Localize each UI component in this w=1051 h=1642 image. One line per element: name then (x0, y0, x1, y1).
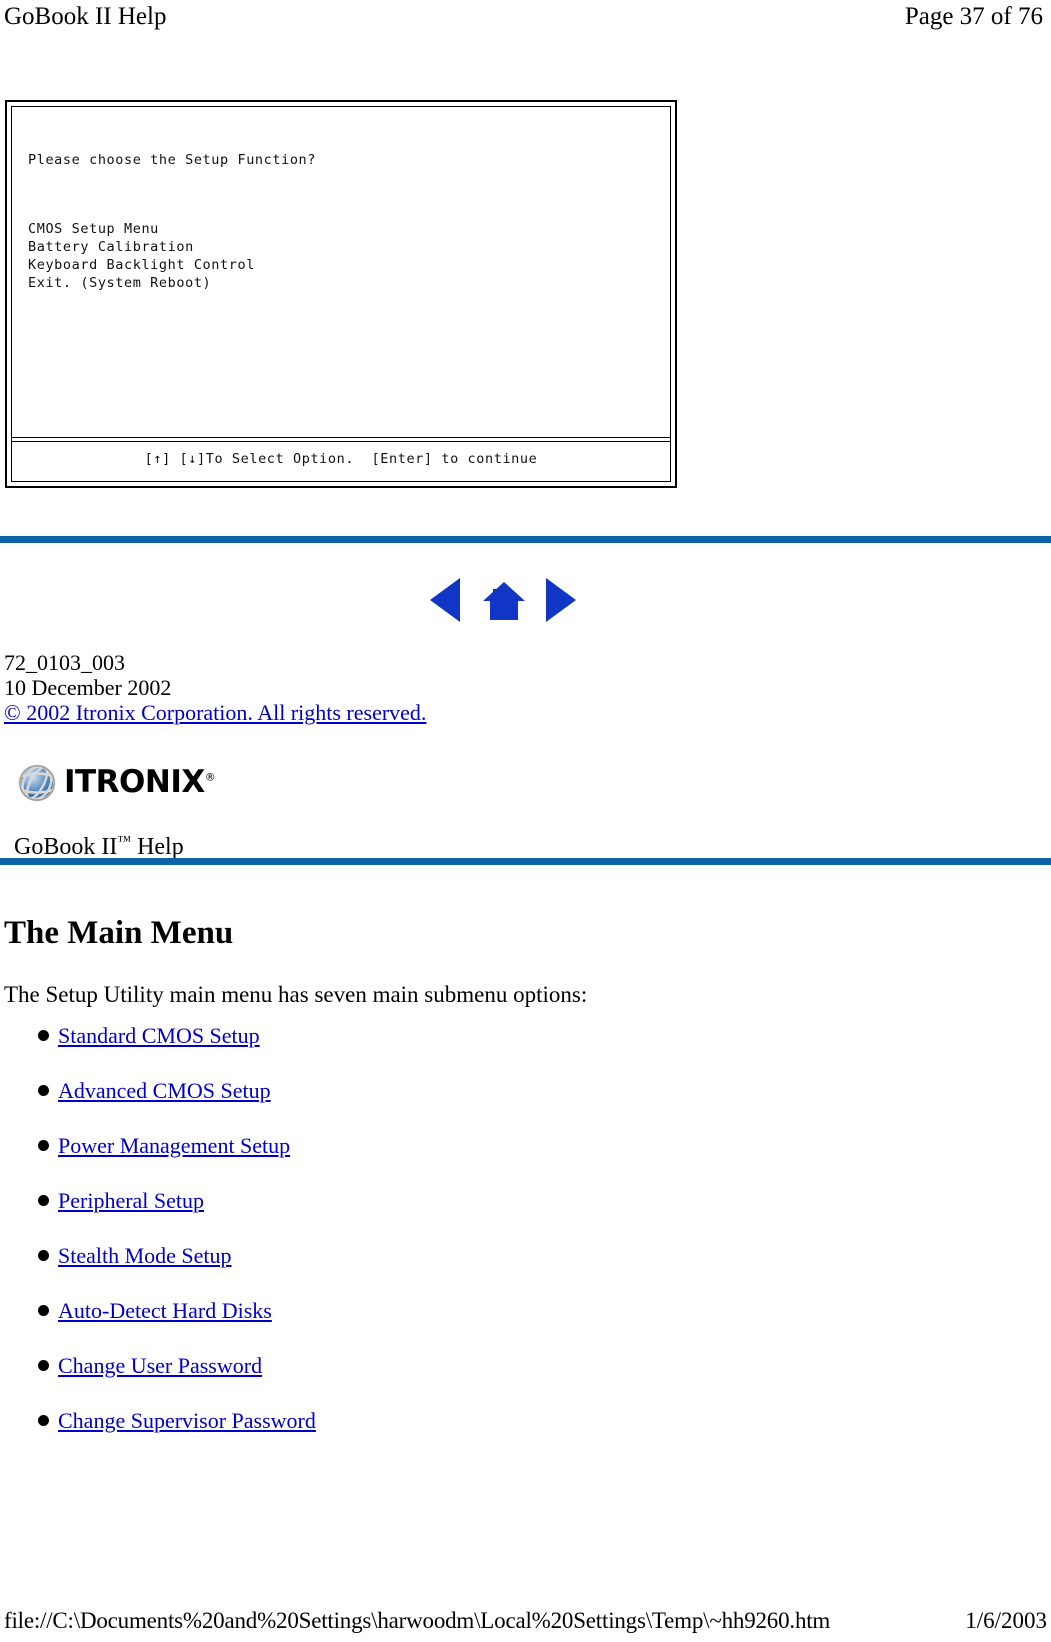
bios-menu-item-cmos-setup: CMOS Setup Menu (28, 221, 159, 237)
horizontal-rule-bottom (0, 858, 1051, 865)
bios-menu-item-keyboard-backlight: Keyboard Backlight Control (28, 257, 255, 273)
registered-trademark-symbol: ® (204, 770, 216, 784)
footer-print-date: 1/6/2003 (965, 1608, 1047, 1633)
page-title: The Main Menu (4, 915, 234, 952)
document-number: 72_0103_003 (4, 650, 125, 675)
horizontal-rule-top (0, 536, 1051, 543)
bullet-icon (38, 1250, 49, 1261)
bullet-icon (38, 1360, 49, 1371)
submenu-options-list: Standard CMOS Setup Advanced CMOS Setup … (0, 1008, 700, 1448)
help-title-suffix: Help (131, 834, 184, 860)
intro-paragraph: The Setup Utility main menu has seven ma… (4, 982, 588, 1007)
bullet-icon (38, 1195, 49, 1206)
itronix-logo-text: ITRONIX® (64, 764, 216, 800)
list-item: Peripheral Setup (0, 1173, 700, 1228)
bios-menu-item-exit: Exit. (System Reboot) (28, 275, 212, 291)
help-title-product: GoBook II (14, 834, 118, 860)
itronix-wordmark: ITRONIX (64, 764, 205, 800)
right-arrow-icon (546, 578, 576, 622)
list-item: Auto-Detect Hard Disks (0, 1283, 700, 1338)
navigation-icon-bar (428, 576, 578, 622)
bullet-icon (38, 1305, 49, 1316)
copyright-link[interactable]: © 2002 Itronix Corporation. All rights r… (4, 700, 426, 725)
header-page-indicator: Page 37 of 76 (904, 3, 1043, 30)
help-title-line: GoBook II™ Help (14, 828, 184, 861)
bullet-icon (38, 1140, 49, 1151)
list-item: Stealth Mode Setup (0, 1228, 700, 1283)
bios-footer-hint: [↑] [↓]To Select Option. [Enter] to cont… (144, 450, 538, 467)
trademark-symbol: ™ (117, 834, 132, 849)
page-footer: file://C:\Documents%20and%20Settings\har… (0, 1606, 1051, 1642)
bullet-icon (38, 1030, 49, 1041)
bios-screen-frame: Please choose the Setup Function? CMOS S… (11, 106, 671, 482)
bios-prompt-text: Please choose the Setup Function? (28, 152, 317, 168)
link-change-supervisor-password[interactable]: Change Supervisor Password (58, 1408, 316, 1434)
link-standard-cmos-setup[interactable]: Standard CMOS Setup (58, 1023, 260, 1049)
link-stealth-mode-setup[interactable]: Stealth Mode Setup (58, 1243, 232, 1269)
list-item: Power Management Setup (0, 1118, 700, 1173)
document-info-block: 72_0103_003 10 December 2002 © 2002 Itro… (4, 650, 426, 725)
forward-button[interactable] (536, 578, 578, 622)
list-item: Change User Password (0, 1338, 700, 1393)
bios-screen-body: Please choose the Setup Function? CMOS S… (12, 107, 670, 437)
left-arrow-icon (430, 578, 460, 622)
footer-file-path: file://C:\Documents%20and%20Settings\har… (4, 1608, 831, 1633)
home-button[interactable] (482, 578, 525, 622)
list-item: Advanced CMOS Setup (0, 1063, 700, 1118)
list-item: Change Supervisor Password (0, 1393, 700, 1448)
link-peripheral-setup[interactable]: Peripheral Setup (58, 1188, 204, 1214)
link-advanced-cmos-setup[interactable]: Advanced CMOS Setup (58, 1078, 271, 1104)
header-doc-title: GoBook II Help (4, 3, 167, 30)
bullet-icon (38, 1415, 49, 1426)
globe-icon (18, 764, 56, 801)
page-header: GoBook II Help Page 37 of 76 (0, 0, 1051, 34)
link-auto-detect-hard-disks[interactable]: Auto-Detect Hard Disks (58, 1298, 272, 1324)
back-button[interactable] (428, 578, 470, 622)
home-icon (483, 582, 525, 620)
itronix-logo: ITRONIX® (16, 760, 246, 805)
bios-setup-screenshot: Please choose the Setup Function? CMOS S… (5, 100, 677, 488)
bios-menu-item-battery-calibration: Battery Calibration (28, 239, 194, 255)
link-power-management-setup[interactable]: Power Management Setup (58, 1133, 290, 1159)
list-item: Standard CMOS Setup (0, 1008, 700, 1063)
document-date: 10 December 2002 (4, 675, 172, 700)
bullet-icon (38, 1085, 49, 1096)
link-change-user-password[interactable]: Change User Password (58, 1353, 262, 1379)
